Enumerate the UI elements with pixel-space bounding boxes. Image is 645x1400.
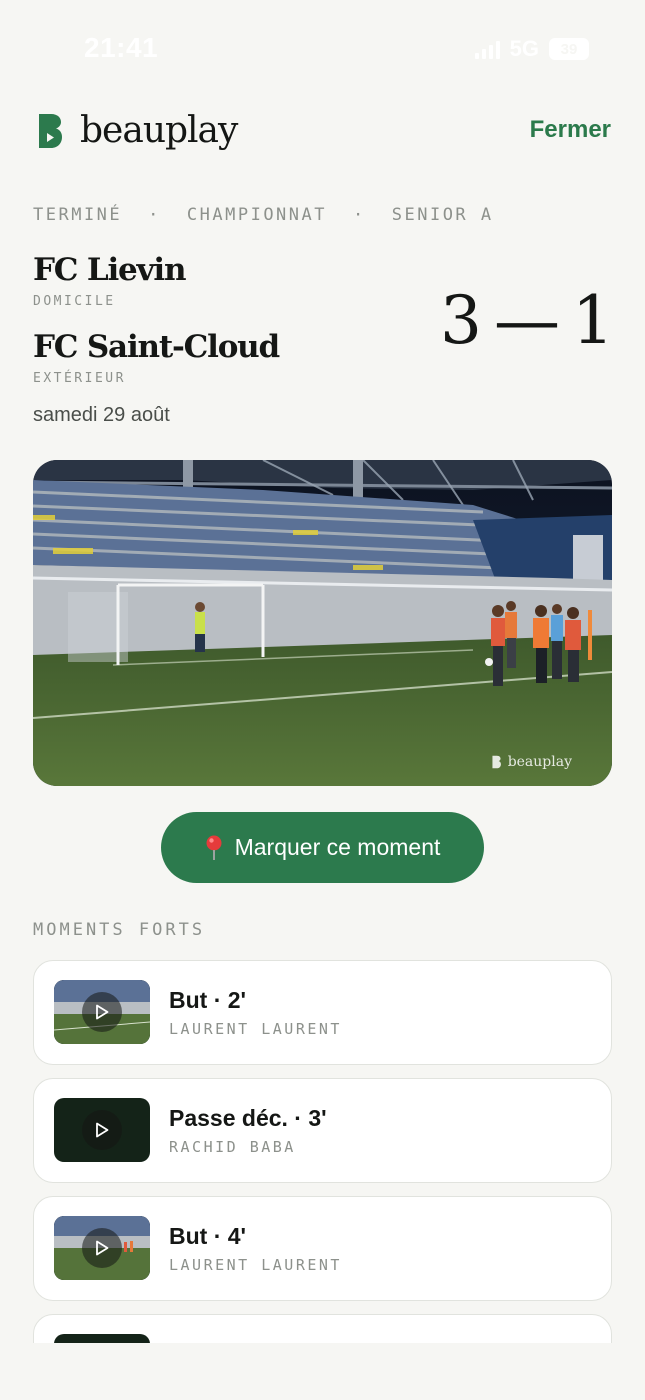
meta-separator: · — [353, 205, 366, 225]
mark-moment-button[interactable]: Marquer ce moment — [161, 812, 484, 883]
highlights-list: But · 2' LAURENT LAURENT Passe déc. · 3'… — [33, 960, 612, 1343]
away-team-role: EXTÉRIEUR — [33, 371, 126, 386]
highlight-title: But · 4' — [169, 1223, 247, 1249]
status-time: 21:41 — [84, 32, 159, 63]
highlight-card[interactable] — [33, 1314, 612, 1343]
highlight-card[interactable]: But · 2' LAURENT LAURENT — [33, 960, 612, 1065]
highlights-title: MOMENTS FORTS — [33, 920, 206, 940]
mark-moment-label: Marquer ce moment — [234, 834, 441, 860]
score-separator: — — [494, 282, 560, 359]
away-score: 1 — [572, 282, 614, 359]
highlight-card[interactable]: But · 4' LAURENT LAURENT — [33, 1196, 612, 1301]
match-date: samedi 29 août — [33, 404, 170, 426]
play-icon — [96, 1122, 109, 1138]
play-icon — [96, 1240, 109, 1256]
highlight-player: RACHID BABA — [169, 1138, 296, 1156]
highlight-player: LAURENT LAURENT — [169, 1256, 342, 1274]
home-team-role: DOMICILE — [33, 294, 116, 309]
beauplay-logo-icon — [39, 113, 62, 148]
signal-icon — [474, 39, 500, 59]
match-meta: TERMINÉ · CHAMPIONNAT · SENIOR A — [33, 205, 494, 225]
highlight-thumbnail — [54, 980, 150, 1044]
match-competition: CHAMPIONNAT — [186, 205, 327, 225]
brand-name: beauplay — [80, 110, 238, 151]
network-type: 5G — [509, 36, 539, 61]
highlight-thumbnail — [54, 1334, 150, 1343]
play-icon — [96, 1004, 109, 1020]
highlight-player: LAURENT LAURENT — [169, 1020, 342, 1038]
video-watermark: beauplay — [491, 754, 572, 770]
match-status: TERMINÉ — [33, 205, 123, 225]
watermark-logo-icon — [492, 755, 501, 769]
status-indicators: 5G 39 — [474, 36, 589, 62]
brand-logo: beauplay — [36, 110, 238, 151]
highlight-title: Passe déc. · 3' — [169, 1105, 327, 1131]
highlight-title: But · 2' — [169, 987, 247, 1013]
highlight-card[interactable]: Passe déc. · 3' RACHID BABA — [33, 1078, 612, 1183]
match-video[interactable]: beauplay — [33, 460, 612, 786]
play-button[interactable] — [82, 1228, 122, 1268]
away-team-name: FC Saint-Cloud — [33, 329, 280, 365]
play-button[interactable] — [82, 1110, 122, 1150]
play-button[interactable] — [82, 992, 122, 1032]
scoreboard: 3 — 1 — [440, 282, 614, 359]
meta-separator: · — [148, 205, 161, 225]
watermark-text: beauplay — [507, 754, 572, 770]
highlight-thumbnail — [54, 1098, 150, 1162]
battery-level: 39 — [560, 40, 578, 58]
highlight-thumbnail — [54, 1216, 150, 1280]
pin-icon — [206, 835, 222, 860]
stadium-scene — [33, 460, 612, 786]
match-category: SENIOR A — [391, 205, 494, 225]
close-button[interactable]: Fermer — [530, 116, 611, 144]
battery-icon: 39 — [549, 38, 589, 60]
home-score: 3 — [440, 282, 482, 359]
home-team-name: FC Lievin — [33, 252, 187, 288]
